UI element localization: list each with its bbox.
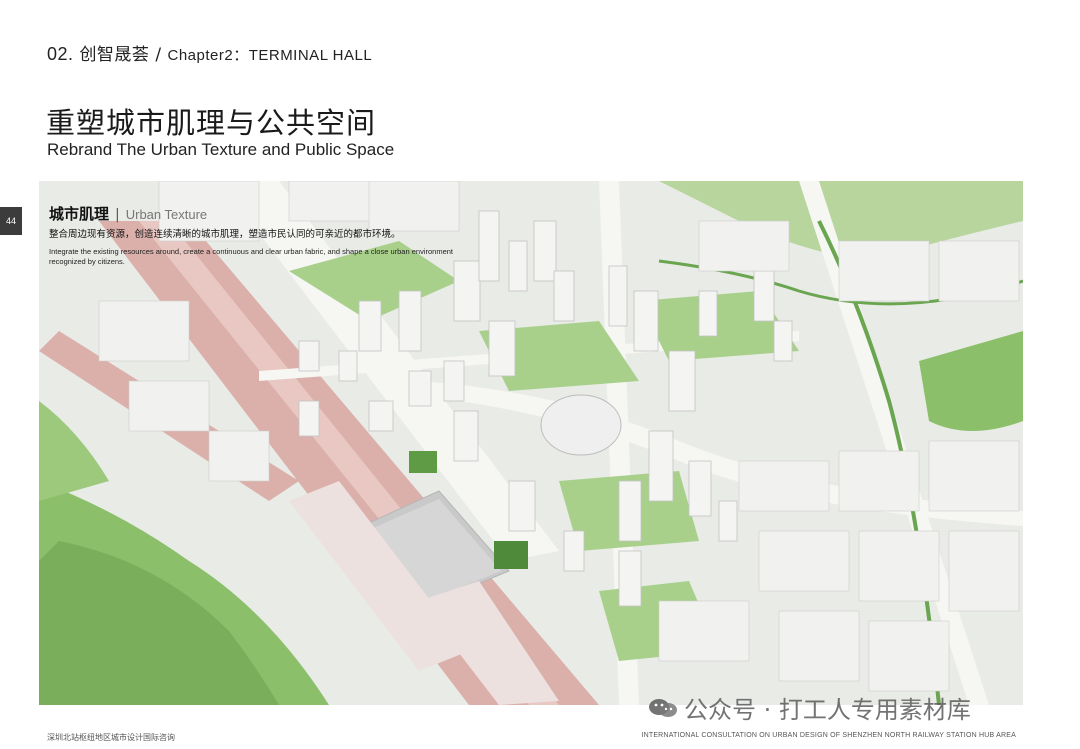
map-heading: 城市肌理 | Urban Texture — [49, 203, 207, 224]
watermark: 公众号 · 打工人专用素材库 — [648, 690, 971, 725]
footer-left: 深圳北站枢纽地区城市设计国际咨询 — [47, 733, 175, 742]
map-heading-en: Urban Texture — [125, 207, 208, 222]
chapter-title-en: Chapter2：TERMINAL HALL — [167, 47, 373, 64]
wechat-icon — [649, 698, 677, 717]
page-title: 重塑城市肌理与公共空间 — [46, 106, 377, 140]
map-heading-cn: 城市肌理 — [49, 205, 110, 223]
page-number-badge: 44 — [0, 207, 22, 235]
chapter-title-cn: 创智晟荟 — [79, 45, 150, 65]
chapter-breadcrumb: 02. 创智晟荟 / Chapter2：TERMINAL HALL — [47, 40, 372, 65]
chapter-number: 02. — [47, 44, 74, 64]
map-description-cn: 整合周边现有资源，创造连续清晰的城市肌理，塑造市民认同的可亲近的都市环境。 — [49, 229, 401, 240]
page-subtitle: Rebrand The Urban Texture and Public Spa… — [47, 140, 395, 159]
chapter-separator: / — [155, 45, 162, 65]
footer-right: INTERNATIONAL CONSULTATION ON URBAN DESI… — [641, 732, 1016, 739]
watermark-text: 公众号 · 打工人专用素材库 — [684, 696, 971, 724]
urban-texture-map: 城市肌理 | Urban Texture 整合周边现有资源，创造连续清晰的城市肌… — [39, 181, 1023, 705]
map-heading-separator: | — [115, 207, 120, 223]
map-description-en: Integrate the existing resources around,… — [49, 247, 454, 266]
